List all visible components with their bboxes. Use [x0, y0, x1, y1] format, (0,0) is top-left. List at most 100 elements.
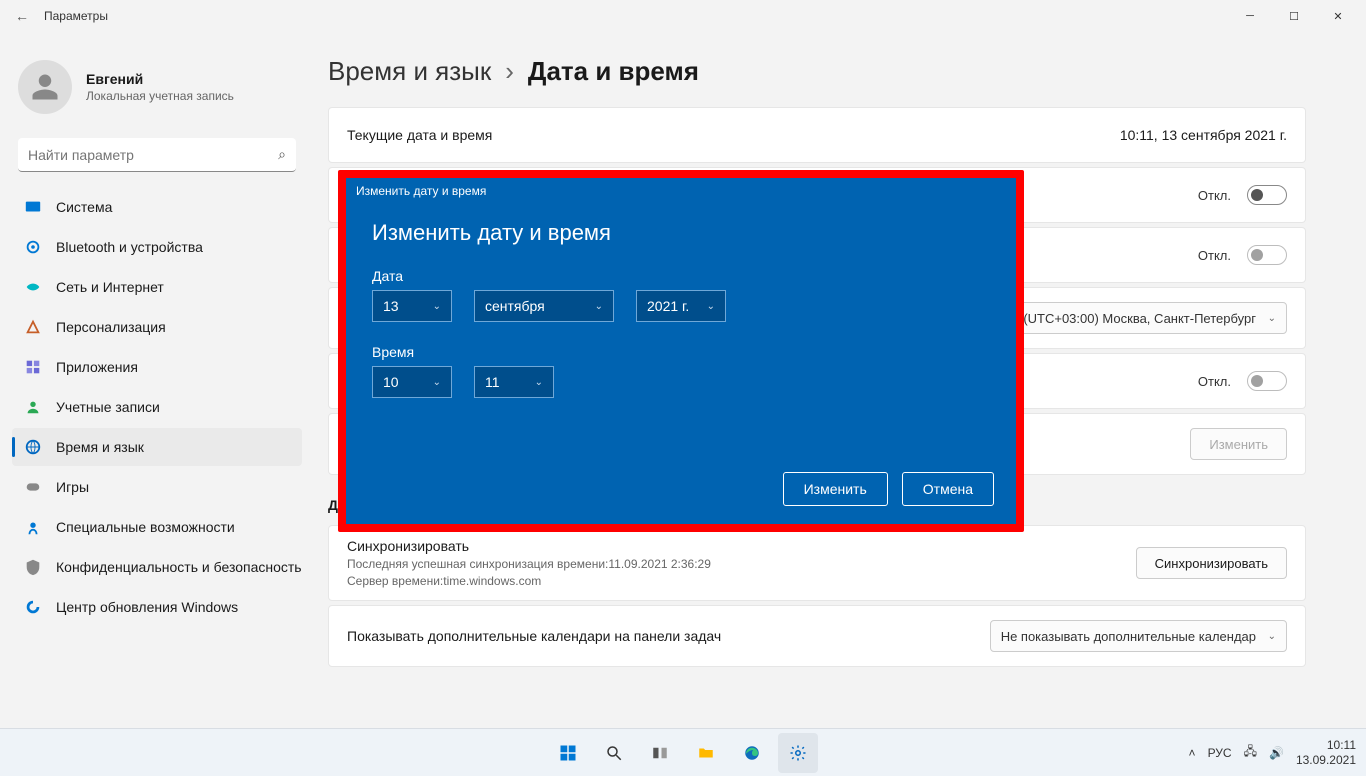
dialog-cancel-button[interactable]: Отмена [902, 472, 994, 506]
minute-select[interactable]: 11⌄ [474, 366, 554, 398]
sync-server: Сервер времени:time.windows.com [347, 574, 711, 588]
dst-toggle[interactable] [1247, 371, 1287, 391]
folder-icon [697, 744, 715, 762]
timezone-select[interactable]: (UTC+03:00) Москва, Санкт-Петербург ⌄ [1012, 302, 1287, 334]
nav-icon [24, 318, 42, 336]
chevron-right-icon: › [505, 56, 514, 87]
taskbar: ˄ РУС 🖧 🔊 10:11 13.09.2021 [0, 728, 1366, 776]
sidebar-item-label: Сеть и Интернет [56, 279, 164, 295]
task-view-icon [651, 744, 669, 762]
sidebar-item-7[interactable]: Игры [12, 468, 302, 506]
chevron-down-icon: ⌄ [419, 301, 441, 312]
nav-icon [24, 558, 42, 576]
search-box[interactable]: ⌕ [18, 138, 296, 172]
nav-icon [24, 438, 42, 456]
sidebar-item-label: Учетные записи [56, 399, 160, 415]
sidebar-item-4[interactable]: Приложения [12, 348, 302, 386]
sync-title: Синхронизировать [347, 538, 711, 554]
sync-last: Последняя успешная синхронизация времени… [347, 557, 711, 571]
change-datetime-dialog: Изменить дату и время Изменить дату и вр… [346, 178, 1016, 524]
window-title: Параметры [44, 9, 108, 23]
auto-time-toggle[interactable] [1247, 185, 1287, 205]
breadcrumb: Время и язык › Дата и время [328, 56, 1342, 87]
sidebar-item-label: Специальные возможности [56, 519, 235, 535]
sidebar-item-label: Конфиденциальность и безопасность [56, 559, 302, 575]
taskbar-search-button[interactable] [594, 733, 634, 773]
day-select[interactable]: 13⌄ [372, 290, 452, 322]
nav-icon [24, 198, 42, 216]
time-field-label: Время [372, 344, 990, 360]
back-button[interactable]: ← [6, 8, 38, 24]
user-subtitle: Локальная учетная запись [86, 89, 234, 103]
toggle-state-label: Откл. [1198, 188, 1231, 203]
search-input[interactable] [18, 138, 296, 172]
sidebar-item-8[interactable]: Специальные возможности [12, 508, 302, 546]
avatar [18, 60, 72, 114]
profile[interactable]: Евгений Локальная учетная запись [12, 42, 302, 132]
search-icon: ⌕ [278, 146, 286, 163]
maximize-button[interactable]: ☐ [1272, 2, 1316, 30]
edge-button[interactable] [732, 733, 772, 773]
sidebar-item-label: Приложения [56, 359, 138, 375]
hour-select[interactable]: 10⌄ [372, 366, 452, 398]
tray-volume-icon[interactable]: 🔊 [1269, 746, 1284, 760]
dialog-heading: Изменить дату и время [372, 220, 990, 246]
sync-card: Синхронизировать Последняя успешная синх… [328, 525, 1306, 601]
nav-icon [24, 598, 42, 616]
settings-button[interactable] [778, 733, 818, 773]
sidebar-item-0[interactable]: Система [12, 188, 302, 226]
minimize-button[interactable]: ─ [1228, 2, 1272, 30]
chevron-down-icon: ⌄ [693, 301, 715, 312]
month-select[interactable]: сентября⌄ [474, 290, 614, 322]
year-select[interactable]: 2021 г.⌄ [636, 290, 726, 322]
close-button[interactable]: ✕ [1316, 2, 1360, 30]
tray-date: 13.09.2021 [1296, 753, 1356, 767]
windows-icon [559, 744, 577, 762]
extra-calendar-value: Не показывать дополнительные календар [1001, 629, 1256, 644]
tray-clock[interactable]: 10:11 13.09.2021 [1296, 738, 1356, 767]
sidebar-item-1[interactable]: Bluetooth и устройства [12, 228, 302, 266]
edge-icon [743, 744, 761, 762]
sidebar-item-label: Время и язык [56, 439, 144, 455]
gear-icon [789, 744, 807, 762]
sidebar-item-5[interactable]: Учетные записи [12, 388, 302, 426]
change-datetime-button[interactable]: Изменить [1190, 428, 1287, 460]
sidebar-item-3[interactable]: Персонализация [12, 308, 302, 346]
sidebar-item-10[interactable]: Центр обновления Windows [12, 588, 302, 626]
chevron-down-icon: ⌄ [419, 377, 441, 388]
chevron-down-icon: ⌄ [581, 301, 603, 312]
system-tray: ˄ РУС 🖧 🔊 10:11 13.09.2021 [1189, 738, 1366, 767]
sidebar-item-label: Персонализация [56, 319, 166, 335]
sidebar-item-2[interactable]: Сеть и Интернет [12, 268, 302, 306]
chevron-down-icon: ⌄ [521, 377, 543, 388]
sidebar: Евгений Локальная учетная запись ⌕ Систе… [0, 32, 310, 728]
sidebar-item-label: Центр обновления Windows [56, 599, 238, 615]
breadcrumb-parent[interactable]: Время и язык [328, 56, 491, 87]
date-field-label: Дата [372, 268, 990, 284]
nav-icon [24, 278, 42, 296]
chevron-down-icon: ⌄ [1268, 313, 1276, 324]
task-view-button[interactable] [640, 733, 680, 773]
sidebar-item-6[interactable]: Время и язык [12, 428, 302, 466]
sync-now-button[interactable]: Синхронизировать [1136, 547, 1287, 579]
start-button[interactable] [548, 733, 588, 773]
extra-calendar-card: Показывать дополнительные календари на п… [328, 605, 1306, 667]
toggle-state-label: Откл. [1198, 248, 1231, 263]
person-icon [30, 72, 60, 102]
tray-chevron-up-icon[interactable]: ˄ [1189, 746, 1196, 760]
tray-network-icon[interactable]: 🖧 [1244, 742, 1257, 763]
dialog-change-button[interactable]: Изменить [783, 472, 888, 506]
sidebar-item-label: Система [56, 199, 112, 215]
sidebar-item-9[interactable]: Конфиденциальность и безопасность [12, 548, 302, 586]
sidebar-item-label: Bluetooth и устройства [56, 239, 203, 255]
nav-icon [24, 518, 42, 536]
tray-language[interactable]: РУС [1208, 746, 1232, 760]
auto-tz-toggle[interactable] [1247, 245, 1287, 265]
nav: Система Bluetooth и устройства Сеть и Инте… [12, 188, 302, 626]
explorer-button[interactable] [686, 733, 726, 773]
nav-icon [24, 358, 42, 376]
dialog-titlebar: Изменить дату и время [346, 178, 1016, 202]
search-icon [605, 744, 623, 762]
extra-calendar-select[interactable]: Не показывать дополнительные календар ⌄ [990, 620, 1287, 652]
extra-calendar-label: Показывать дополнительные календари на п… [347, 628, 721, 644]
